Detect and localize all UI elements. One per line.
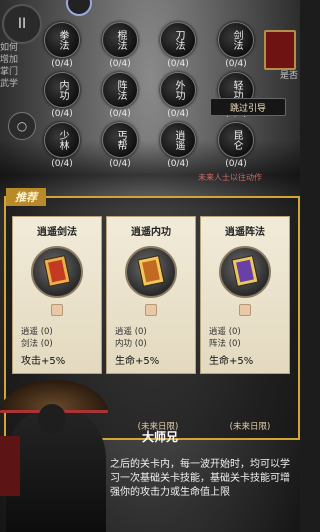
pause-button[interactable]: II — [2, 4, 42, 44]
skill-card[interactable]: 逍遥阵法逍遥 (0) 阵法 (0) 生命+5% — [200, 216, 290, 374]
side-help-text[interactable]: 如何 增加 掌门 武学 — [0, 42, 34, 90]
skill-slot[interactable]: 逍遥 (0/4) — [160, 122, 196, 169]
skill-count: (0/4) — [109, 59, 131, 69]
skill-book-icon — [31, 246, 83, 298]
card-stat-line: 逍遥 (0) — [21, 327, 53, 337]
skill-icon: 内功 — [44, 72, 80, 108]
skill-icon: 少林 — [44, 122, 80, 158]
skill-count: (0/4) — [225, 159, 247, 169]
pause-icon: II — [17, 16, 27, 32]
skill-count: (0/4) — [51, 159, 73, 169]
skill-count: (0/4) — [167, 109, 189, 119]
card-stat-line: 逍遥 (0) — [115, 327, 147, 337]
card-bonus: 攻击+5% — [21, 356, 66, 367]
character-cape — [0, 436, 20, 496]
skill-slot[interactable]: 棍法 (0/4) — [102, 22, 138, 69]
card-bonus: 生命+5% — [115, 356, 160, 367]
side-circle-button[interactable]: ○ — [8, 112, 36, 140]
skill-count: (0/4) — [51, 109, 73, 119]
skill-slot[interactable]: 丐帮 (0/4) — [102, 122, 138, 169]
skill-count: (0/4) — [167, 59, 189, 69]
seal-icon — [51, 304, 63, 316]
card-title: 逍遥内功 — [131, 227, 171, 238]
skill-slot[interactable]: 外功 (0/4) — [160, 72, 196, 119]
book-icon — [43, 255, 71, 287]
card-title: 逍遥剑法 — [37, 227, 77, 238]
card-stat-line: 剑法 (0) — [21, 339, 53, 349]
skip-guide-button[interactable]: 跳过引导 — [210, 98, 286, 116]
skill-slot[interactable]: 昆仑 (0/4) — [218, 122, 254, 169]
skill-icon: 阵法 — [102, 72, 138, 108]
skill-book-icon — [219, 246, 271, 298]
card-stat-line: 阵法 (0) — [209, 339, 241, 349]
skill-slot[interactable]: 阵法 (0/4) — [102, 72, 138, 119]
book-icon[interactable] — [264, 30, 296, 70]
skill-slot[interactable]: 刀法 (0/4) — [160, 22, 196, 69]
skill-count: (0/4) — [167, 159, 189, 169]
circle-icon: ○ — [16, 119, 28, 133]
skip-guide-label: 跳过引导 — [229, 103, 266, 114]
notice-text: 未来人士以往动作 — [198, 173, 262, 182]
skill-icon: 丐帮 — [102, 122, 138, 158]
book-icon — [137, 255, 165, 287]
seal-icon — [239, 304, 251, 316]
book-icon — [231, 255, 259, 287]
skill-card[interactable]: 逍遥内功逍遥 (0) 内功 (0) 生命+5% — [106, 216, 196, 374]
card-stat-line: 内功 (0) — [115, 339, 147, 349]
character-face — [38, 404, 66, 434]
card-title: 逍遥阵法 — [225, 227, 265, 238]
side-right-text: 是否 — [279, 71, 298, 81]
skill-count: (0/4) — [51, 59, 73, 69]
skill-slot[interactable]: 拳法 (0/4) — [44, 22, 80, 69]
dialog-text: 之后的关卡内，每一波开始时，均可以学习一次基础关卡技能，基础关卡技能可增强你的攻… — [110, 459, 290, 498]
skill-slot[interactable]: 内功 (0/4) — [44, 72, 80, 119]
card-stat-line: 逍遥 (0) — [209, 327, 241, 337]
card-bonus: 生命+5% — [209, 356, 254, 367]
skill-icon: 拳法 — [44, 22, 80, 58]
skill-slot[interactable]: 少林 (0/4) — [44, 122, 80, 169]
skill-icon: 刀法 — [160, 22, 196, 58]
dialog-speaker: 大师兄 — [142, 430, 179, 444]
skill-count: (0/4) — [225, 59, 247, 69]
skill-icon: 棍法 — [102, 22, 138, 58]
skill-icon: 剑法 — [218, 22, 254, 58]
skill-count: (0/4) — [109, 109, 131, 119]
skill-icon: 逍遥 — [160, 122, 196, 158]
recommend-tag: 推荐 — [6, 188, 46, 206]
skill-icon: 外功 — [160, 72, 196, 108]
skill-icon: 昆仑 — [218, 122, 254, 158]
skill-slot[interactable]: 剑法 (0/4) — [218, 22, 254, 69]
skill-count: (0/4) — [109, 159, 131, 169]
seal-icon — [145, 304, 157, 316]
card-footer-label: (未来日限) — [229, 422, 271, 432]
skill-book-icon — [125, 246, 177, 298]
skill-card[interactable]: 逍遥剑法逍遥 (0) 剑法 (0) 攻击+5% — [12, 216, 102, 374]
